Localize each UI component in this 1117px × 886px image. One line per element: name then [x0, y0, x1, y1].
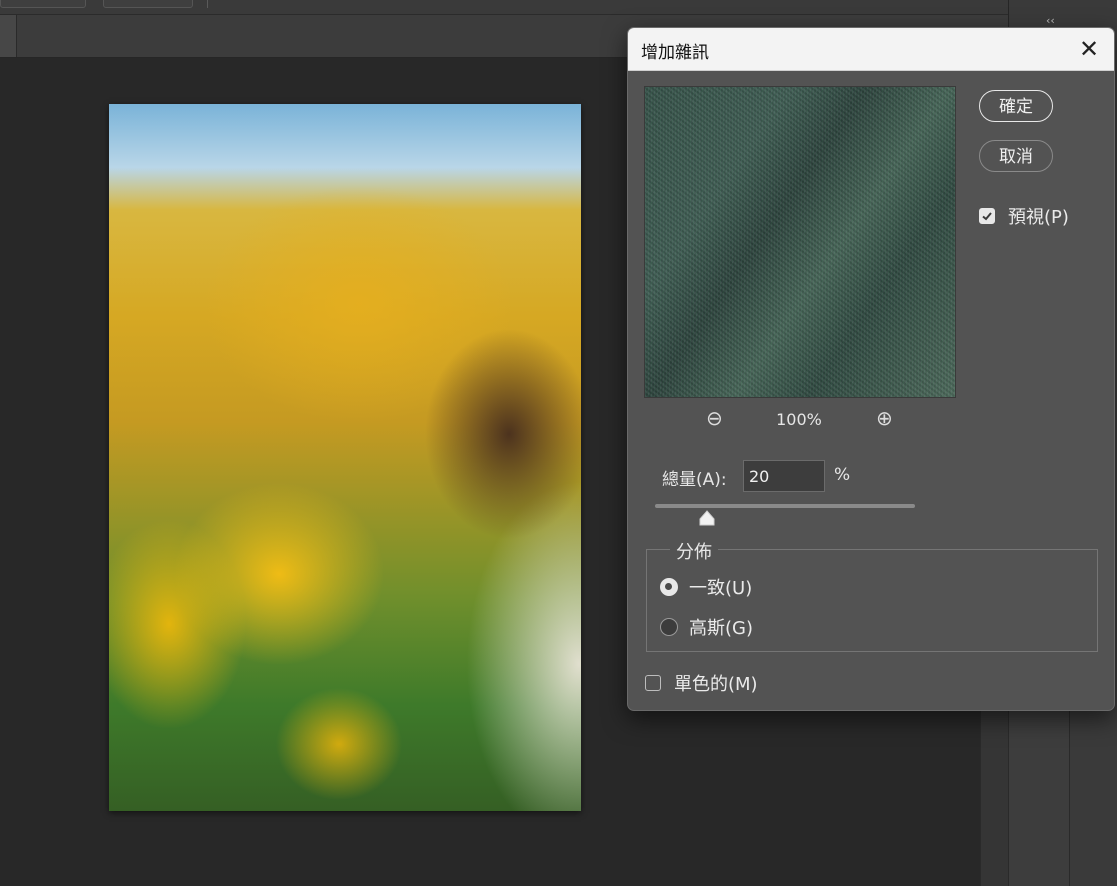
zoom-in-icon[interactable]: ⊕: [876, 406, 893, 430]
amount-control: 總量(A): %: [662, 460, 922, 492]
options-bar-field[interactable]: [0, 0, 86, 8]
radio-uniform-label: 一致(U): [689, 578, 753, 599]
cancel-button[interactable]: 取消: [979, 140, 1053, 172]
dialog-title: 增加雜訊: [641, 43, 709, 63]
amount-label: 總量(A):: [662, 470, 727, 490]
radio-gaussian-button[interactable]: [660, 618, 678, 636]
preview-checkbox[interactable]: [979, 208, 995, 224]
radio-uniform-button[interactable]: [660, 578, 678, 596]
panel-column: [1008, 700, 1070, 886]
radio-gaussian[interactable]: 高斯(G): [660, 614, 753, 640]
ok-button[interactable]: 確定: [979, 90, 1053, 122]
monochrome-checkbox-row[interactable]: 單色的(M): [645, 670, 758, 696]
radio-gaussian-label: 高斯(G): [689, 618, 753, 639]
triangle-slider-thumb-icon[interactable]: [698, 510, 716, 526]
add-noise-dialog: 增加雜訊 ✕ ⊖ 100% ⊕ 確定 取消 預視(P) 總量(A): % 分佈 …: [627, 27, 1115, 711]
options-bar: [0, 0, 1117, 15]
preview-checkbox-row[interactable]: 預視(P): [979, 203, 1069, 229]
amount-unit: %: [834, 465, 851, 485]
panel-strip: [980, 700, 1009, 886]
amount-input[interactable]: [743, 460, 825, 492]
distribution-legend: 分佈: [670, 538, 718, 564]
document-photo[interactable]: [109, 104, 581, 811]
monochrome-checkbox[interactable]: [645, 675, 661, 691]
checkmark-icon: [982, 212, 992, 221]
amount-slider-track[interactable]: [655, 504, 915, 508]
filter-preview[interactable]: [644, 86, 956, 398]
dialog-titlebar[interactable]: 增加雜訊 ✕: [628, 28, 1114, 71]
options-bar-field[interactable]: [103, 0, 193, 8]
monochrome-checkbox-label: 單色的(M): [674, 674, 758, 695]
zoom-out-icon[interactable]: ⊖: [706, 406, 723, 430]
document-tab[interactable]: [0, 15, 17, 57]
preview-checkbox-label: 預視(P): [1008, 207, 1069, 228]
radio-uniform[interactable]: 一致(U): [660, 574, 752, 600]
options-bar-separator: [207, 0, 208, 8]
preview-zoom-controls: ⊖ 100% ⊕: [644, 406, 954, 434]
zoom-level: 100%: [776, 410, 822, 429]
close-icon[interactable]: ✕: [1074, 34, 1104, 64]
collapse-panels-icon[interactable]: ‹‹: [1046, 15, 1055, 27]
